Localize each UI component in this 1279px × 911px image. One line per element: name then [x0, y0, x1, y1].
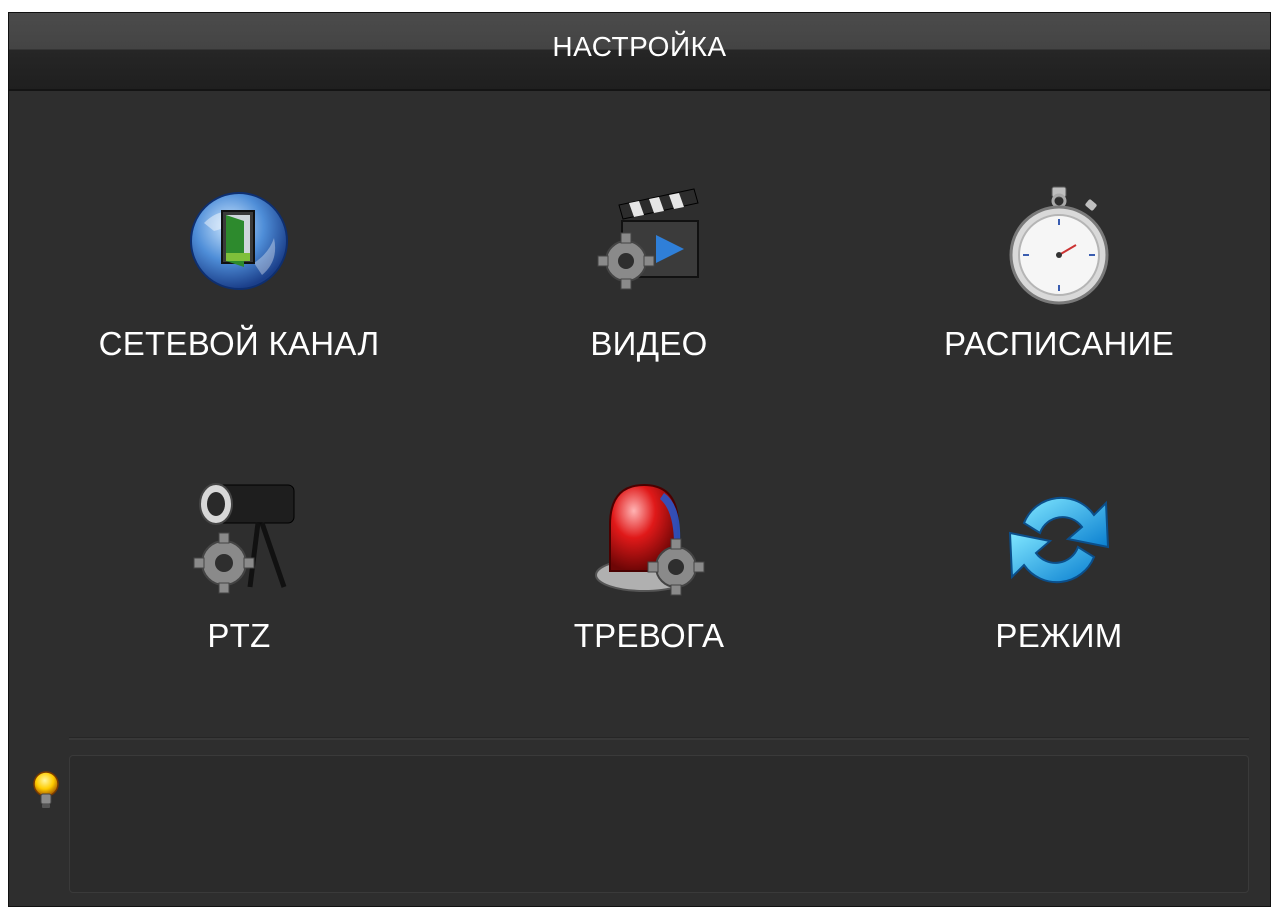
title-bar: НАСТРОЙКА — [9, 13, 1270, 91]
globe-door-icon — [190, 192, 288, 290]
window-title: НАСТРОЙКА — [552, 31, 727, 62]
menu-item-label: РАСПИСАНИЕ — [943, 325, 1175, 362]
lightbulb-icon — [33, 771, 59, 808]
menu-item-schedule[interactable]: РАСПИСАНИЕ — [879, 183, 1239, 403]
menu-item-label: PTZ — [207, 617, 271, 654]
stopwatch-icon — [1009, 186, 1109, 305]
menu-item-ptz[interactable]: PTZ — [59, 475, 419, 695]
menu-item-mode[interactable]: РЕЖИМ — [879, 475, 1239, 695]
menu-item-label: ТРЕВОГА — [573, 617, 725, 654]
divider — [69, 737, 1249, 740]
menu-item-network[interactable]: СЕТЕВОЙ КАНАЛ — [59, 183, 419, 403]
alarm-siren-gear-icon — [595, 483, 705, 596]
hint-panel — [69, 755, 1249, 893]
menu-item-label: РЕЖИМ — [995, 617, 1123, 654]
menu-item-label: ВИДЕО — [590, 325, 708, 362]
menu-item-alarm[interactable]: ТРЕВОГА — [469, 475, 829, 695]
menu-item-label: СЕТЕВОЙ КАНАЛ — [98, 325, 380, 362]
settings-window: НАСТРОЙКА СЕТЕВОЙ КАНАЛ ВИДЕО РАСПИСАНИЕ… — [8, 12, 1271, 907]
menu-item-video[interactable]: ВИДЕО — [469, 183, 829, 403]
refresh-cycle-icon — [1008, 496, 1110, 584]
ptz-camera-gear-icon — [193, 483, 295, 594]
video-clapper-gear-icon — [597, 188, 699, 290]
